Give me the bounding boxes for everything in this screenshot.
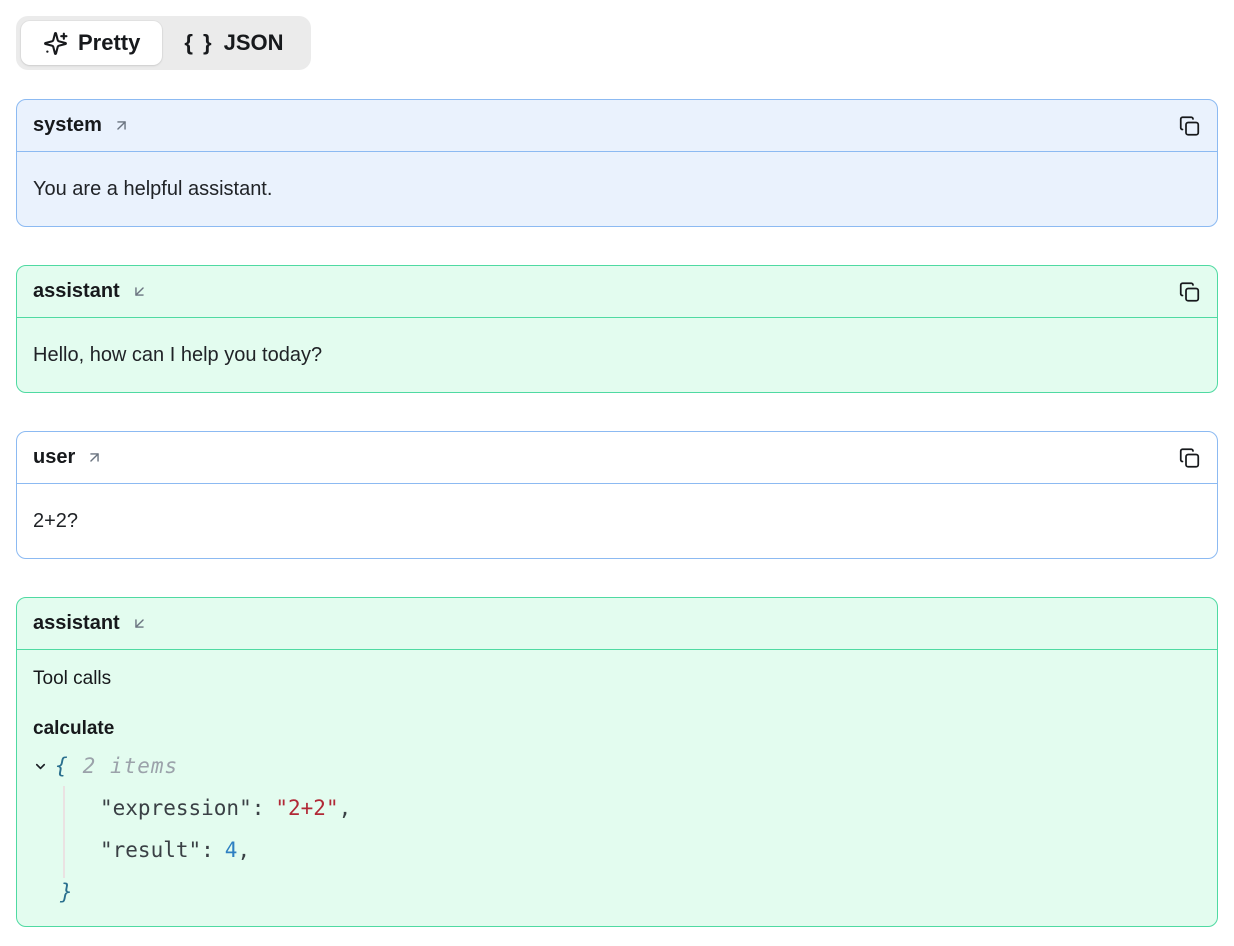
indent-guide <box>63 786 65 878</box>
message-card-assistant-tool-calls: assistant Tool calls calculate { 2 items… <box>16 597 1218 926</box>
message-header: assistant <box>17 266 1217 318</box>
message-header: user <box>17 432 1217 484</box>
json-key: "expression": <box>100 795 264 822</box>
open-brace: { <box>55 753 68 780</box>
json-tree: { 2 items "expression": "2+2" , "result"… <box>33 746 1201 914</box>
message-header: assistant <box>17 598 1217 650</box>
message-card-user: user 2+2? <box>16 431 1218 559</box>
arrow-up-right-icon <box>113 117 130 134</box>
collapse-toggle[interactable] <box>33 759 48 774</box>
copy-button[interactable] <box>1175 111 1204 140</box>
curly-braces-icon: { } <box>184 30 213 56</box>
json-comma: , <box>339 795 352 822</box>
copy-icon <box>1179 281 1200 302</box>
tab-json-label: JSON <box>224 30 284 56</box>
message-content: 2+2? <box>17 484 1217 558</box>
sparkles-icon <box>43 31 68 56</box>
role-label: assistant <box>33 280 120 303</box>
message-header: system <box>17 100 1217 152</box>
message-card-system: system You are a helpful assistant. <box>16 99 1218 227</box>
role-label: system <box>33 114 102 137</box>
json-entry-expression: "expression": "2+2" , <box>33 788 1201 830</box>
tool-calls-title: Tool calls <box>33 667 1201 692</box>
arrow-up-right-icon <box>86 449 103 466</box>
tool-name: calculate <box>33 717 1201 742</box>
close-brace: } <box>60 879 73 906</box>
copy-button[interactable] <box>1175 277 1204 306</box>
copy-icon <box>1179 115 1200 136</box>
json-tree-close-row: } <box>33 872 1201 914</box>
copy-icon <box>1179 447 1200 468</box>
view-mode-toggle: Pretty { } JSON <box>16 16 311 70</box>
chevron-down-icon <box>33 759 48 774</box>
message-card-assistant: assistant Hello, how can I help you toda… <box>16 265 1218 393</box>
message-content: Hello, how can I help you today? <box>17 318 1217 392</box>
message-content: You are a helpful assistant. <box>17 152 1217 226</box>
items-count: 2 items <box>83 753 179 780</box>
json-number-value: 4 <box>225 837 238 864</box>
json-tree-root-row: { 2 items <box>33 746 1201 788</box>
tab-json[interactable]: { } JSON <box>162 21 305 65</box>
json-string-value: "2+2" <box>275 795 338 822</box>
tool-calls-section: Tool calls calculate { 2 items "expressi… <box>17 650 1217 925</box>
json-entry-result: "result": 4 , <box>33 830 1201 872</box>
json-key: "result": <box>100 837 214 864</box>
role-label: user <box>33 446 75 469</box>
arrow-down-left-icon <box>131 283 148 300</box>
arrow-down-left-icon <box>131 615 148 632</box>
copy-button[interactable] <box>1175 443 1204 472</box>
tab-pretty[interactable]: Pretty <box>21 21 162 65</box>
role-label: assistant <box>33 612 120 635</box>
json-comma: , <box>237 837 250 864</box>
tab-pretty-label: Pretty <box>78 30 140 56</box>
